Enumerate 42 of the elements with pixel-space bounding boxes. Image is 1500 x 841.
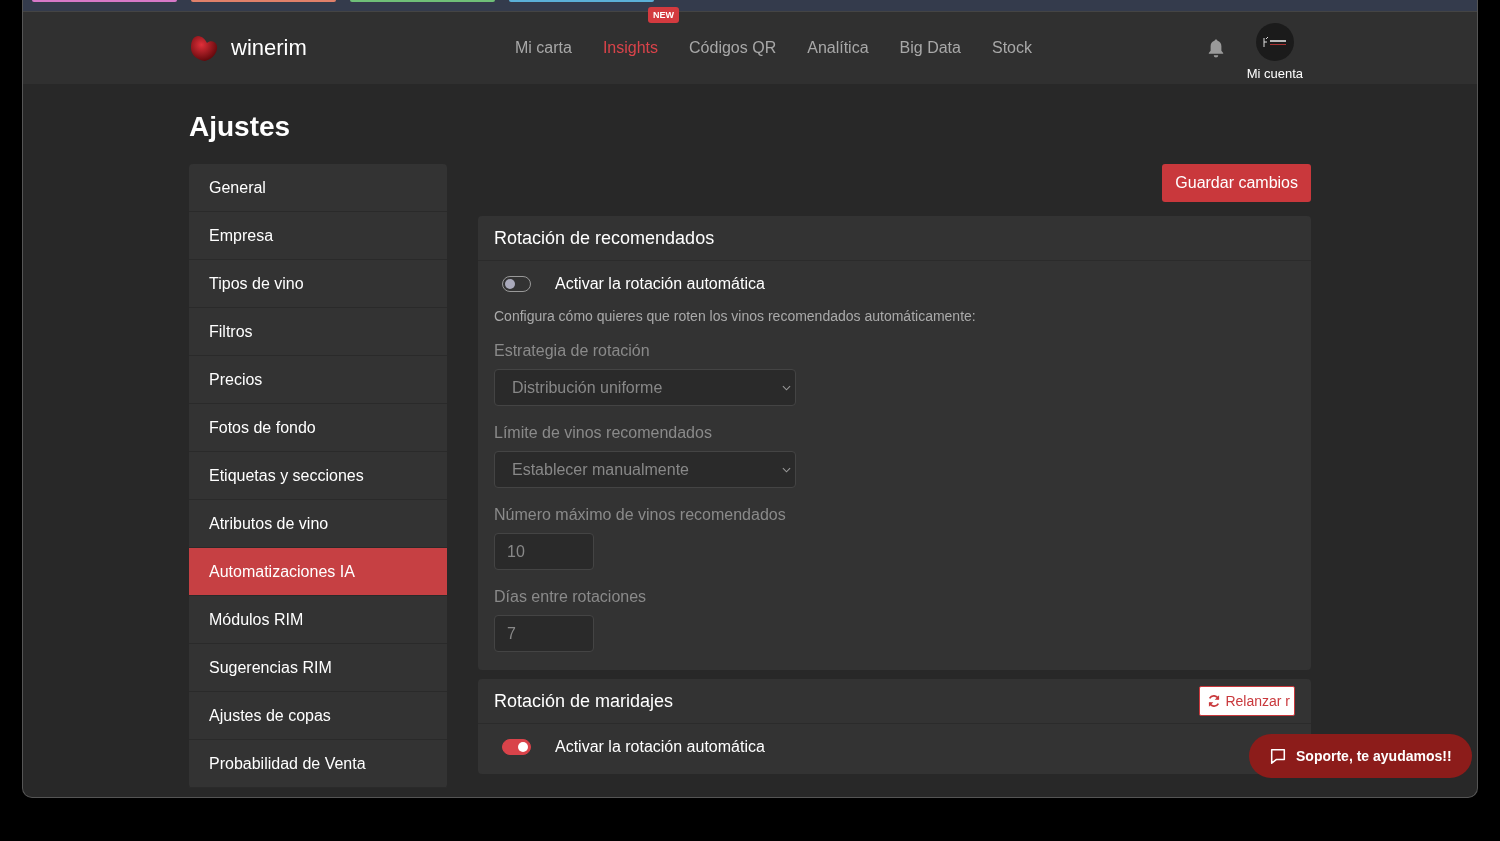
description-text: Configura cómo quieres que roten los vinos recomendados automáticamente: (494, 308, 977, 324)
refresh-icon (1207, 694, 1222, 708)
brand-name: winerim (231, 35, 307, 61)
nav-link[interactable]: Códigos QR (689, 39, 777, 56)
field-label: Número máximo de vinos recomendados (494, 506, 787, 524)
sidebar-item[interactable]: Tipos de vino (189, 260, 447, 308)
sidebar-item[interactable]: Ajustes de copas (189, 692, 447, 740)
nav-link[interactable]: Mi carta (515, 39, 572, 56)
sidebar-item[interactable]: Probabilidad de Venta (189, 740, 447, 788)
sidebar-item[interactable]: Etiquetas y secciones (189, 452, 447, 500)
field-label: Límite de vinos recomendados (494, 424, 713, 442)
save-button[interactable]: Guardar cambios (1162, 164, 1311, 202)
page-title: Ajustes (189, 110, 292, 144)
sidebar-item[interactable]: General (189, 164, 447, 212)
notification-bell-icon[interactable] (1206, 38, 1225, 58)
support-button[interactable]: Soporte, te ayudamos!! (1249, 734, 1472, 778)
toggle-label: Activar la rotación automática (555, 275, 765, 293)
chevron-down-icon (782, 384, 791, 391)
logo-icon (189, 33, 219, 63)
field-label: Estrategia de rotación (494, 342, 651, 360)
sidebar-item[interactable]: Empresa (189, 212, 447, 260)
toggle-switch[interactable] (502, 276, 531, 292)
sidebar-item[interactable]: Filtros (189, 308, 447, 356)
nav-link[interactable]: Analítica (807, 39, 869, 56)
panel-title: Rotación de recomendados (494, 227, 715, 249)
panel-title: Rotación de maridajes (494, 690, 674, 712)
avatar-icon[interactable] (1255, 23, 1294, 61)
relaunch-button[interactable]: Relanzar r (1199, 686, 1295, 716)
chat-icon (1269, 747, 1287, 765)
account-label[interactable]: Mi cuenta (1246, 66, 1303, 81)
sidebar-item[interactable]: Sugerencias RIM (189, 644, 447, 692)
field-label: Días entre rotaciones (494, 588, 648, 606)
sidebar-item[interactable]: Módulos RIM (189, 596, 447, 644)
sidebar-item[interactable]: Precios (189, 356, 447, 404)
sidebar-item[interactable]: Automatizaciones IA (189, 548, 447, 596)
nav-link[interactable]: Stock (991, 39, 1032, 56)
toggle-label: Activar la rotación automática (555, 738, 765, 756)
toggle-switch[interactable] (502, 739, 531, 755)
nav-link[interactable]: Big Data (899, 39, 961, 56)
new-badge: NEW (647, 7, 679, 23)
chevron-down-icon (782, 466, 791, 473)
sidebar-item[interactable]: Fotos de fondo (189, 404, 447, 452)
